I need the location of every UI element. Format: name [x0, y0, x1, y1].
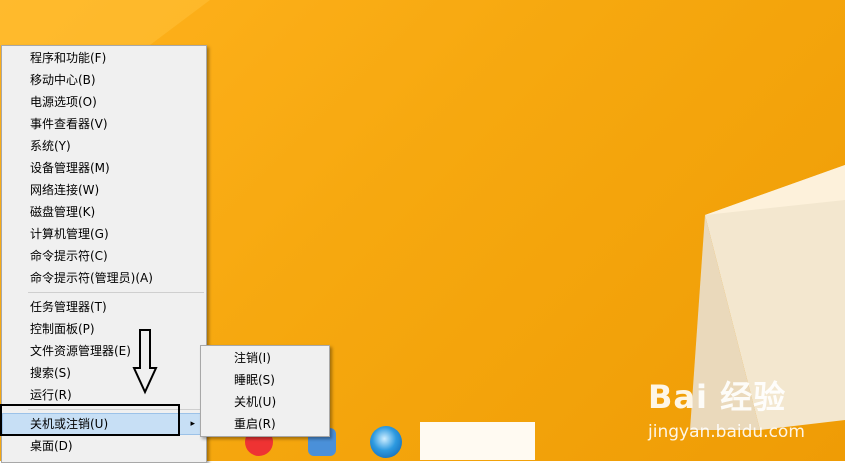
menu-item-event-viewer[interactable]: 事件查看器(V): [2, 113, 206, 135]
menu-item-run[interactable]: 运行(R): [2, 384, 206, 406]
menu-item-disk-management[interactable]: 磁盘管理(K): [2, 201, 206, 223]
submenu-item-sleep[interactable]: 睡眠(S): [201, 369, 329, 391]
menu-item-device-manager[interactable]: 设备管理器(M): [2, 157, 206, 179]
watermark: Bai 经验 jingyan.baidu.com: [648, 372, 805, 442]
winx-menu: 程序和功能(F) 移动中心(B) 电源选项(O) 事件查看器(V) 系统(Y) …: [1, 45, 207, 463]
highlight-box: [0, 404, 180, 436]
shutdown-submenu: 注销(I) 睡眠(S) 关机(U) 重启(R): [200, 345, 330, 437]
menu-item-network-connections[interactable]: 网络连接(W): [2, 179, 206, 201]
submenu-item-shut-down[interactable]: 关机(U): [201, 391, 329, 413]
menu-separator: [28, 292, 204, 293]
down-arrow-icon: [132, 329, 158, 395]
menu-item-command-prompt[interactable]: 命令提示符(C): [2, 245, 206, 267]
menu-item-mobility-center[interactable]: 移动中心(B): [2, 69, 206, 91]
menu-item-search[interactable]: 搜索(S): [2, 362, 206, 384]
menu-item-desktop[interactable]: 桌面(D): [2, 435, 206, 457]
submenu-item-sign-out[interactable]: 注销(I): [201, 347, 329, 369]
taskbar-window-thumbnail[interactable]: [420, 422, 535, 460]
menu-item-task-manager[interactable]: 任务管理器(T): [2, 296, 206, 318]
watermark-logo: Bai 经验: [648, 378, 787, 416]
menu-item-control-panel[interactable]: 控制面板(P): [2, 318, 206, 340]
menu-item-programs-features[interactable]: 程序和功能(F): [2, 47, 206, 69]
menu-item-power-options[interactable]: 电源选项(O): [2, 91, 206, 113]
submenu-item-restart[interactable]: 重启(R): [201, 413, 329, 435]
menu-item-computer-management[interactable]: 计算机管理(G): [2, 223, 206, 245]
menu-item-command-prompt-admin[interactable]: 命令提示符(管理员)(A): [2, 267, 206, 289]
menu-item-file-explorer[interactable]: 文件资源管理器(E): [2, 340, 206, 362]
menu-item-system[interactable]: 系统(Y): [2, 135, 206, 157]
taskbar-app-icon[interactable]: [370, 426, 402, 458]
watermark-url: jingyan.baidu.com: [648, 422, 805, 442]
submenu-arrow-icon: ▸: [190, 419, 195, 429]
